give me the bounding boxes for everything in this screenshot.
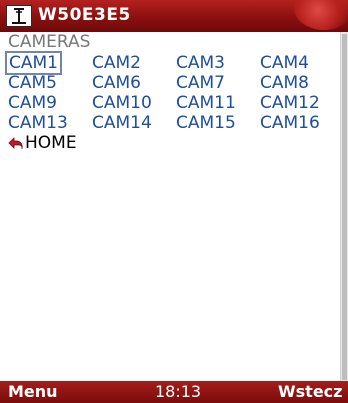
camera-link-10[interactable]: CAM10 — [92, 93, 152, 113]
camera-link-9[interactable]: CAM9 — [8, 93, 57, 113]
camera-link-4[interactable]: CAM4 — [260, 53, 309, 73]
home-link-label: HOME — [25, 133, 77, 153]
camera-link-11[interactable]: CAM11 — [176, 93, 236, 113]
title-bar-glow — [294, 0, 348, 30]
menu-softkey[interactable]: Menu — [8, 381, 58, 403]
phone-screen: W50E3E5 CAMERAS CAM1 CAM2 CAM3 CAM4 CAM5… — [0, 0, 348, 403]
scrollbar-thumb[interactable] — [342, 34, 347, 380]
antenna-icon — [6, 5, 32, 27]
camera-link-12[interactable]: CAM12 — [260, 93, 320, 113]
camera-link-1[interactable]: CAM1 — [5, 51, 62, 75]
camera-link-5[interactable]: CAM5 — [8, 73, 57, 93]
clock: 18:13 — [155, 382, 202, 401]
camera-link-15[interactable]: CAM15 — [176, 113, 236, 133]
back-arrow-icon — [8, 136, 24, 150]
softkey-bar: Menu 18:13 Wstecz — [0, 381, 348, 403]
camera-link-16[interactable]: CAM16 — [260, 113, 320, 133]
camera-link-2[interactable]: CAM2 — [92, 53, 141, 73]
camera-link-13[interactable]: CAM13 — [8, 113, 68, 133]
camera-link-6[interactable]: CAM6 — [92, 73, 141, 93]
camera-link-7[interactable]: CAM7 — [176, 73, 225, 93]
title-bar: W50E3E5 — [0, 0, 348, 32]
window-title: W50E3E5 — [38, 5, 131, 25]
camera-link-14[interactable]: CAM14 — [92, 113, 152, 133]
camera-link-3[interactable]: CAM3 — [176, 53, 225, 73]
back-softkey[interactable]: Wstecz — [278, 381, 342, 403]
home-link[interactable]: HOME — [8, 133, 77, 153]
vertical-scrollbar[interactable] — [340, 32, 348, 382]
cameras-section-label: CAMERAS — [8, 32, 91, 52]
camera-link-8[interactable]: CAM8 — [260, 73, 309, 93]
